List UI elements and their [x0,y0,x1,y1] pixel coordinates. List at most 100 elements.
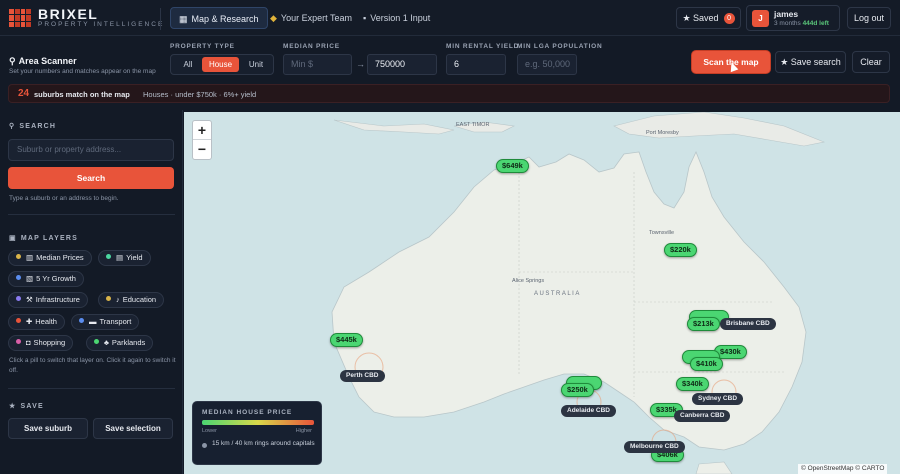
legend-high: Higher [295,428,312,434]
price-legend: MEDIAN HOUSE PRICE Lower Higher 15 km / … [192,401,322,465]
place-label: Townsville [649,230,675,236]
median-price-label: MEDIAN PRICE [283,43,340,50]
place-label: EAST TIMOR [456,122,490,128]
sidebar: ⚲ SEARCH Suburb or property address... Se… [0,110,183,474]
bus-icon: ▬ [89,317,97,326]
min-yield-input[interactable]: 6 [446,54,506,75]
search-hint: Type a suburb or an address to begin. [9,195,119,202]
cbd-label[interactable]: Brisbane CBD [720,318,776,330]
legend-low: Lower [202,428,217,434]
hospital-icon: ✚ [26,317,33,326]
magnifier-icon: ⚲ [9,56,16,66]
suburb-search-input[interactable]: Suburb or property address... [8,139,174,161]
cbd-label[interactable]: Sydney CBD [692,393,744,405]
layers-section-title: ▣ MAP LAYERS [9,234,78,242]
search-button[interactable]: Search [8,167,174,189]
layer-pill-shopping[interactable]: ◘ Shopping [8,335,74,351]
cbd-label[interactable]: Canberra CBD [674,410,731,422]
star-icon: ★ [9,403,17,410]
property-type-label: PROPERTY TYPE [170,43,235,50]
layer-dot [16,339,21,344]
arrow-right-icon: → [356,59,365,69]
map-attribution[interactable]: © OpenStreetMap © CARTO [798,464,888,474]
price-marker[interactable]: $410k [690,357,723,371]
save-section-title: ★ SAVE [9,402,44,410]
layer-pill-yield[interactable]: ▤ Yield [98,250,151,266]
area-scanner: ⚲ Area Scanner Set your numbers and match… [0,37,900,81]
zoom-out-button[interactable]: − [193,140,211,159]
price-marker[interactable]: $649k [496,159,529,173]
logout-button[interactable]: Log out [847,7,891,29]
brand-name[interactable]: BRIXEL [38,6,98,22]
scanner-title: ⚲ Area Scanner [9,56,77,67]
school-icon: ♪ [116,295,120,304]
layer-pill-infrastructure[interactable]: ⚒ Infrastructure [8,292,88,308]
cbd-label[interactable]: Melbourne CBD [624,441,685,453]
user-menu[interactable]: J james 3 months 444d left [746,5,840,31]
map-icon: ▦ [179,14,188,24]
layer-pill-transport[interactable]: ▬ Transport [71,314,140,330]
price-marker[interactable]: $250k [561,383,594,397]
saved-count-badge: 0 [723,13,735,24]
min-yield-label: MIN RENTAL YIELD [446,43,520,50]
tab-label: Your Expert Team [280,13,352,23]
layer-label: Infrastructure [35,295,80,304]
nav-divider [160,8,161,30]
layers-hint: Click a pill to switch that layer on. Cl… [9,357,176,374]
layers-icon: ▣ [9,235,17,242]
max-price-input[interactable]: 750000 [367,54,437,75]
layer-pill-5yr-growth[interactable]: ▧ 5 Yr Growth [8,271,84,287]
zoom-in-button[interactable]: + [193,121,211,140]
price-marker[interactable]: $445k [330,333,363,347]
layer-label: Median Prices [36,253,84,262]
layer-label: Yield [126,253,143,262]
save-title-text: SAVE [20,403,44,410]
place-label: Alice Springs [512,278,545,284]
time-left: 444d left [802,20,829,27]
cbd-label[interactable]: Adelaide CBD [561,405,616,417]
price-marker[interactable]: $213k [687,317,720,331]
search-section-title: ⚲ SEARCH [9,122,56,130]
user-plan: 3 months 444d left [774,20,829,27]
tree-icon: ♣ [104,338,109,347]
search-icon: ⚲ [9,123,16,130]
min-price-input[interactable]: Min $ [283,54,352,75]
clear-button[interactable]: Clear [852,51,890,73]
tab-map-research[interactable]: ▦ Map & Research [170,7,268,29]
legend-note: 15 km / 40 km rings around capitals [212,440,315,447]
scanner-subtitle: Set your numbers and matches appear on t… [9,68,156,75]
zoom-control: + − [192,120,212,160]
tab-label: Map & Research [191,14,259,24]
save-selection-button[interactable]: Save selection [93,418,173,439]
save-search-button[interactable]: ★ Save search [775,51,846,73]
property-type-all[interactable]: All [175,57,201,72]
tab-version-1-input[interactable]: ▪ Version 1 Input [355,7,438,29]
construction-icon: ⚒ [26,295,33,304]
layer-dot [16,318,21,323]
layer-dot [16,254,21,259]
layer-pill-education[interactable]: ♪ Education [98,292,165,308]
growth-icon: ▧ [26,274,34,283]
tab-expert-team[interactable]: ◆ Your Expert Team [262,7,360,29]
layer-label: Shopping [33,338,66,347]
avatar: J [752,10,769,27]
place-label: Port Moresby [646,130,679,136]
layer-dot [94,339,99,344]
layer-label: Transport [99,317,132,326]
layer-pill-median-prices[interactable]: ▥ Median Prices [8,250,92,266]
min-lga-input[interactable]: e.g. 50,000 [517,54,577,75]
property-type-unit[interactable]: Unit [241,57,271,72]
divider [8,388,175,389]
layer-pill-parklands[interactable]: ♣ Parklands [86,335,154,351]
cbd-label[interactable]: Perth CBD [340,370,385,382]
price-marker[interactable]: $220k [664,243,697,257]
divider [8,214,175,215]
layer-pill-health[interactable]: ✚ Health [8,314,65,330]
price-marker[interactable]: $340k [676,377,709,391]
legend-gradient [202,420,314,425]
brixel-logo-icon[interactable] [9,9,31,27]
saved-button[interactable]: ★ Saved 0 [676,7,741,29]
save-suburb-button[interactable]: Save suburb [8,418,88,439]
match-banner: 24 suburbs match on the map Houses · und… [8,84,890,103]
property-type-house[interactable]: House [202,57,239,72]
